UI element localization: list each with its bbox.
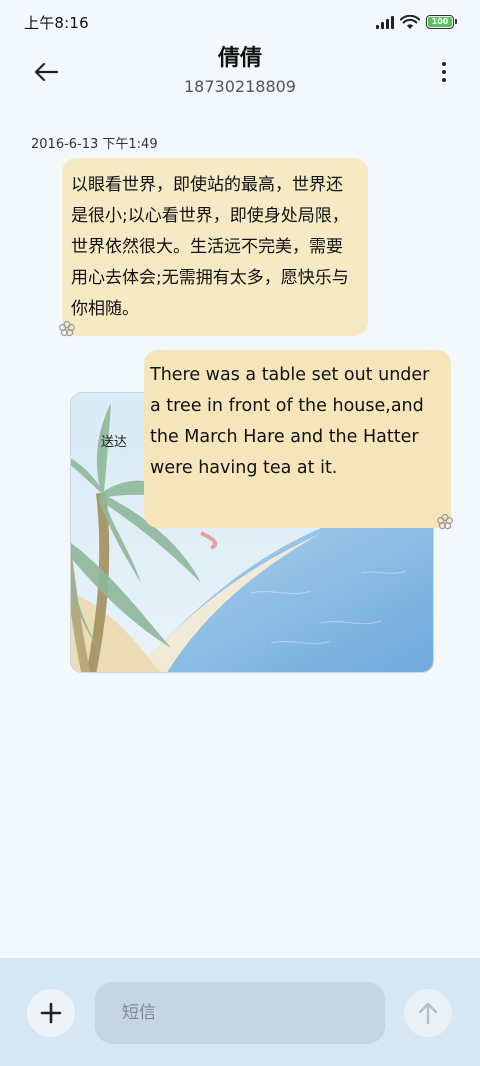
add-attachment-button[interactable]	[27, 989, 75, 1037]
plus-icon	[40, 1002, 62, 1024]
compose-bar	[0, 958, 480, 1066]
incoming-message-bubble[interactable]: 以眼看世界，即使站的最高，世界还是很小;以心看世界，即使身处局限，世界依然很大。…	[62, 158, 368, 336]
signal-icon	[376, 15, 394, 29]
more-options-button[interactable]	[432, 52, 456, 92]
contact-number: 18730218809	[184, 77, 296, 96]
delivery-status: 送达	[101, 435, 128, 450]
wifi-icon	[400, 14, 420, 29]
contact-info: 倩倩 18730218809	[0, 44, 480, 98]
battery-icon: 100	[426, 15, 457, 29]
flower-decoration-icon	[59, 320, 75, 337]
status-time: 上午8:16	[24, 13, 89, 32]
contact-name: 倩倩	[217, 46, 262, 71]
message-timestamp: 2016-6-13 下午1:49	[31, 137, 158, 152]
battery-level: 100	[428, 17, 452, 27]
send-arrow-icon	[418, 1002, 438, 1025]
more-vertical-icon	[442, 62, 446, 66]
status-icons: 100	[376, 14, 457, 30]
send-button[interactable]	[404, 989, 452, 1037]
sms-input[interactable]	[95, 982, 385, 1044]
flower-decoration-icon	[437, 513, 453, 530]
conversation-header: 倩倩 18730218809	[0, 44, 480, 104]
status-bar: 上午8:16 100	[0, 0, 480, 44]
outgoing-message-bubble[interactable]: There was a table set out under a tree i…	[144, 350, 451, 528]
